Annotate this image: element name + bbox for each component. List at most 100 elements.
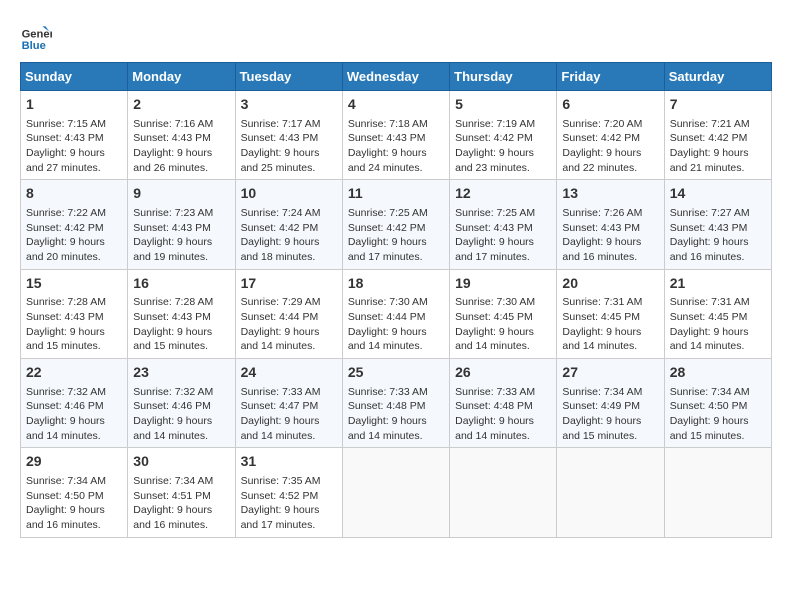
day-info: Sunrise: 7:32 AM Sunset: 4:46 PM Dayligh… (26, 385, 122, 444)
calendar-cell: 5Sunrise: 7:19 AM Sunset: 4:42 PM Daylig… (450, 91, 557, 180)
day-number: 27 (562, 363, 658, 383)
day-info: Sunrise: 7:34 AM Sunset: 4:50 PM Dayligh… (670, 385, 766, 444)
calendar-cell: 25Sunrise: 7:33 AM Sunset: 4:48 PM Dayli… (342, 359, 449, 448)
calendar-cell: 16Sunrise: 7:28 AM Sunset: 4:43 PM Dayli… (128, 269, 235, 358)
day-info: Sunrise: 7:33 AM Sunset: 4:48 PM Dayligh… (455, 385, 551, 444)
day-info: Sunrise: 7:25 AM Sunset: 4:43 PM Dayligh… (455, 206, 551, 265)
day-info: Sunrise: 7:34 AM Sunset: 4:49 PM Dayligh… (562, 385, 658, 444)
day-info: Sunrise: 7:30 AM Sunset: 4:44 PM Dayligh… (348, 295, 444, 354)
calendar-cell: 24Sunrise: 7:33 AM Sunset: 4:47 PM Dayli… (235, 359, 342, 448)
day-number: 13 (562, 184, 658, 204)
day-info: Sunrise: 7:34 AM Sunset: 4:51 PM Dayligh… (133, 474, 229, 533)
day-number: 21 (670, 274, 766, 294)
day-info: Sunrise: 7:28 AM Sunset: 4:43 PM Dayligh… (133, 295, 229, 354)
calendar-cell: 21Sunrise: 7:31 AM Sunset: 4:45 PM Dayli… (664, 269, 771, 358)
day-info: Sunrise: 7:25 AM Sunset: 4:42 PM Dayligh… (348, 206, 444, 265)
day-number: 14 (670, 184, 766, 204)
day-info: Sunrise: 7:21 AM Sunset: 4:42 PM Dayligh… (670, 117, 766, 176)
day-info: Sunrise: 7:33 AM Sunset: 4:47 PM Dayligh… (241, 385, 337, 444)
day-info: Sunrise: 7:15 AM Sunset: 4:43 PM Dayligh… (26, 117, 122, 176)
day-number: 3 (241, 95, 337, 115)
calendar-week-4: 22Sunrise: 7:32 AM Sunset: 4:46 PM Dayli… (21, 359, 772, 448)
day-info: Sunrise: 7:16 AM Sunset: 4:43 PM Dayligh… (133, 117, 229, 176)
day-number: 16 (133, 274, 229, 294)
logo: General Blue (20, 20, 56, 52)
day-number: 7 (670, 95, 766, 115)
calendar-cell: 17Sunrise: 7:29 AM Sunset: 4:44 PM Dayli… (235, 269, 342, 358)
calendar-cell: 6Sunrise: 7:20 AM Sunset: 4:42 PM Daylig… (557, 91, 664, 180)
day-info: Sunrise: 7:31 AM Sunset: 4:45 PM Dayligh… (670, 295, 766, 354)
day-number: 20 (562, 274, 658, 294)
calendar-cell: 11Sunrise: 7:25 AM Sunset: 4:42 PM Dayli… (342, 180, 449, 269)
calendar-cell: 4Sunrise: 7:18 AM Sunset: 4:43 PM Daylig… (342, 91, 449, 180)
calendar-cell: 19Sunrise: 7:30 AM Sunset: 4:45 PM Dayli… (450, 269, 557, 358)
day-number: 17 (241, 274, 337, 294)
calendar-cell: 15Sunrise: 7:28 AM Sunset: 4:43 PM Dayli… (21, 269, 128, 358)
day-number: 24 (241, 363, 337, 383)
calendar-week-5: 29Sunrise: 7:34 AM Sunset: 4:50 PM Dayli… (21, 448, 772, 537)
day-number: 10 (241, 184, 337, 204)
day-number: 22 (26, 363, 122, 383)
day-number: 9 (133, 184, 229, 204)
calendar-cell (557, 448, 664, 537)
day-number: 23 (133, 363, 229, 383)
weekday-monday: Monday (128, 63, 235, 91)
day-info: Sunrise: 7:26 AM Sunset: 4:43 PM Dayligh… (562, 206, 658, 265)
calendar-cell: 29Sunrise: 7:34 AM Sunset: 4:50 PM Dayli… (21, 448, 128, 537)
calendar-cell (342, 448, 449, 537)
day-number: 2 (133, 95, 229, 115)
svg-text:Blue: Blue (22, 40, 46, 52)
day-info: Sunrise: 7:23 AM Sunset: 4:43 PM Dayligh… (133, 206, 229, 265)
logo-icon: General Blue (20, 20, 52, 52)
day-number: 31 (241, 452, 337, 472)
calendar-cell: 22Sunrise: 7:32 AM Sunset: 4:46 PM Dayli… (21, 359, 128, 448)
day-info: Sunrise: 7:29 AM Sunset: 4:44 PM Dayligh… (241, 295, 337, 354)
calendar-cell: 8Sunrise: 7:22 AM Sunset: 4:42 PM Daylig… (21, 180, 128, 269)
day-number: 25 (348, 363, 444, 383)
day-info: Sunrise: 7:35 AM Sunset: 4:52 PM Dayligh… (241, 474, 337, 533)
day-number: 5 (455, 95, 551, 115)
weekday-thursday: Thursday (450, 63, 557, 91)
day-info: Sunrise: 7:17 AM Sunset: 4:43 PM Dayligh… (241, 117, 337, 176)
day-number: 4 (348, 95, 444, 115)
calendar-cell (664, 448, 771, 537)
calendar-cell (450, 448, 557, 537)
day-number: 15 (26, 274, 122, 294)
calendar-cell: 14Sunrise: 7:27 AM Sunset: 4:43 PM Dayli… (664, 180, 771, 269)
calendar-cell: 20Sunrise: 7:31 AM Sunset: 4:45 PM Dayli… (557, 269, 664, 358)
calendar-cell: 28Sunrise: 7:34 AM Sunset: 4:50 PM Dayli… (664, 359, 771, 448)
weekday-tuesday: Tuesday (235, 63, 342, 91)
day-number: 28 (670, 363, 766, 383)
calendar-cell: 27Sunrise: 7:34 AM Sunset: 4:49 PM Dayli… (557, 359, 664, 448)
calendar-week-3: 15Sunrise: 7:28 AM Sunset: 4:43 PM Dayli… (21, 269, 772, 358)
day-info: Sunrise: 7:31 AM Sunset: 4:45 PM Dayligh… (562, 295, 658, 354)
day-info: Sunrise: 7:32 AM Sunset: 4:46 PM Dayligh… (133, 385, 229, 444)
calendar-cell: 31Sunrise: 7:35 AM Sunset: 4:52 PM Dayli… (235, 448, 342, 537)
calendar-cell: 3Sunrise: 7:17 AM Sunset: 4:43 PM Daylig… (235, 91, 342, 180)
calendar-cell: 23Sunrise: 7:32 AM Sunset: 4:46 PM Dayli… (128, 359, 235, 448)
svg-text:General: General (22, 29, 52, 41)
day-info: Sunrise: 7:28 AM Sunset: 4:43 PM Dayligh… (26, 295, 122, 354)
day-number: 26 (455, 363, 551, 383)
calendar-table: SundayMondayTuesdayWednesdayThursdayFrid… (20, 62, 772, 538)
day-info: Sunrise: 7:24 AM Sunset: 4:42 PM Dayligh… (241, 206, 337, 265)
calendar-week-1: 1Sunrise: 7:15 AM Sunset: 4:43 PM Daylig… (21, 91, 772, 180)
page-header: General Blue (20, 20, 772, 52)
day-number: 6 (562, 95, 658, 115)
day-info: Sunrise: 7:33 AM Sunset: 4:48 PM Dayligh… (348, 385, 444, 444)
day-number: 29 (26, 452, 122, 472)
calendar-week-2: 8Sunrise: 7:22 AM Sunset: 4:42 PM Daylig… (21, 180, 772, 269)
weekday-sunday: Sunday (21, 63, 128, 91)
day-number: 12 (455, 184, 551, 204)
calendar-cell: 18Sunrise: 7:30 AM Sunset: 4:44 PM Dayli… (342, 269, 449, 358)
day-number: 19 (455, 274, 551, 294)
weekday-friday: Friday (557, 63, 664, 91)
calendar-cell: 7Sunrise: 7:21 AM Sunset: 4:42 PM Daylig… (664, 91, 771, 180)
day-info: Sunrise: 7:19 AM Sunset: 4:42 PM Dayligh… (455, 117, 551, 176)
weekday-saturday: Saturday (664, 63, 771, 91)
day-info: Sunrise: 7:27 AM Sunset: 4:43 PM Dayligh… (670, 206, 766, 265)
calendar-cell: 26Sunrise: 7:33 AM Sunset: 4:48 PM Dayli… (450, 359, 557, 448)
calendar-cell: 13Sunrise: 7:26 AM Sunset: 4:43 PM Dayli… (557, 180, 664, 269)
calendar-cell: 30Sunrise: 7:34 AM Sunset: 4:51 PM Dayli… (128, 448, 235, 537)
day-number: 8 (26, 184, 122, 204)
